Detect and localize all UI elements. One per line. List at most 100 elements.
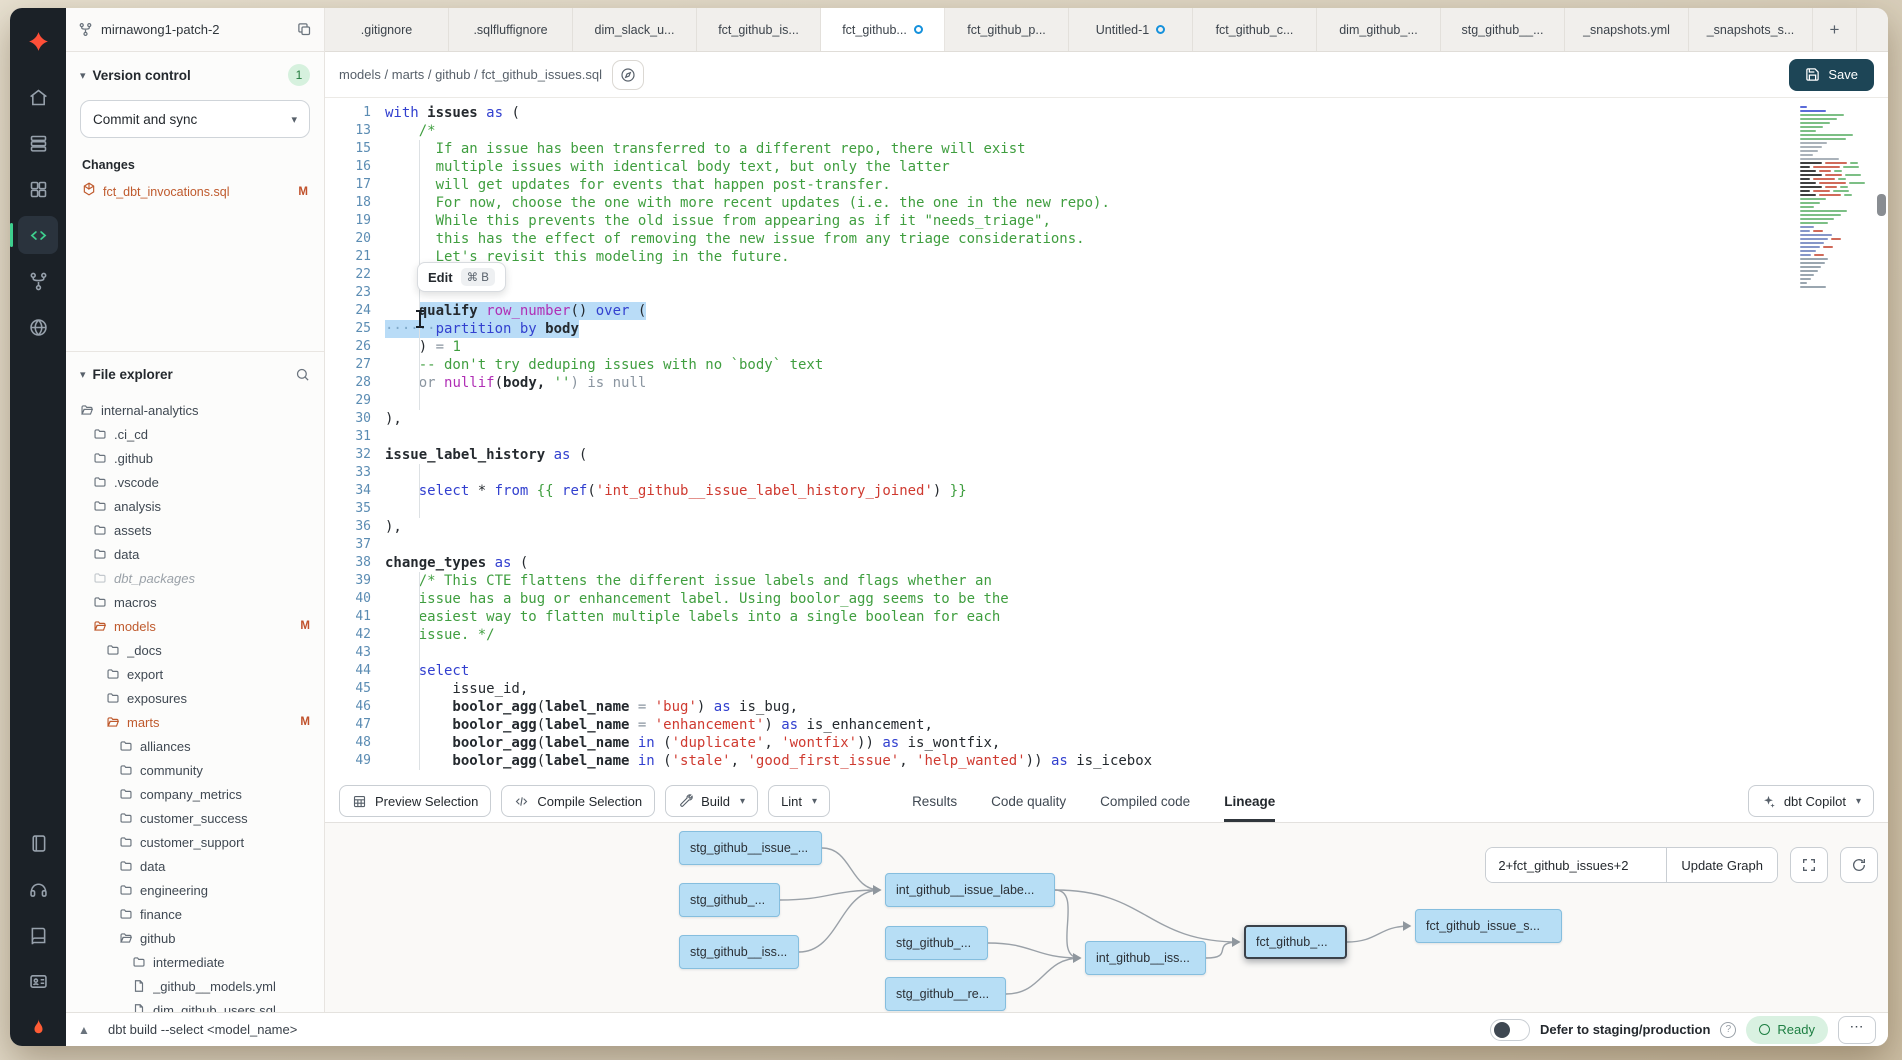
code-line[interactable]: 46 boolor_agg(label_name = 'bug') as is_… [325, 698, 1888, 716]
update-graph-button[interactable]: Update Graph [1666, 848, 1777, 882]
lint-button[interactable]: Lint▾ [768, 785, 830, 817]
panel-tab-lineage[interactable]: Lineage [1224, 780, 1275, 822]
refresh-icon[interactable] [1840, 847, 1878, 883]
tree-item-company_metrics[interactable]: company_metrics [80, 782, 310, 806]
tree-item-exposures[interactable]: exposures [80, 686, 310, 710]
home-icon[interactable] [18, 78, 58, 116]
tree-item-assets[interactable]: assets [80, 518, 310, 542]
tree-item-customer_support[interactable]: customer_support [80, 830, 310, 854]
code-line[interactable]: 25······partition by body [325, 320, 1888, 338]
minimap[interactable] [1800, 106, 1872, 290]
tree-item-.vscode[interactable]: .vscode [80, 470, 310, 494]
code-line[interactable]: 27 -- don't try deduping issues with no … [325, 356, 1888, 374]
globe-icon[interactable] [18, 308, 58, 346]
lineage-node-int_github__issue_labe[interactable]: int_github__issue_labe... [885, 873, 1055, 907]
code-line[interactable]: 48 boolor_agg(label_name in ('duplicate'… [325, 734, 1888, 752]
journal-icon[interactable] [18, 824, 58, 862]
code-line[interactable]: 26 ) = 1 [325, 338, 1888, 356]
code-line[interactable]: 31 [325, 428, 1888, 446]
code-line[interactable]: 1with issues as ( [325, 104, 1888, 122]
code-line[interactable]: 41 easiest way to flatten multiple label… [325, 608, 1888, 626]
tree-item-data[interactable]: data [80, 854, 310, 878]
more-options-button[interactable]: ⋯ [1838, 1016, 1876, 1044]
tab-fct_github_is...[interactable]: fct_github_is... [697, 8, 821, 51]
copilot-compass-icon[interactable] [612, 60, 644, 90]
book-icon[interactable] [18, 916, 58, 954]
code-line[interactable]: 44 select [325, 662, 1888, 680]
code-line[interactable]: 23 [325, 284, 1888, 302]
tree-item-marts[interactable]: martsM [80, 710, 310, 734]
code-line[interactable]: 22 [325, 266, 1888, 284]
panel-tab-code-quality[interactable]: Code quality [991, 780, 1066, 822]
code-line[interactable]: 13 /* [325, 122, 1888, 140]
code-line[interactable]: 49 boolor_agg(label_name in ('stale', 'g… [325, 752, 1888, 770]
code-line[interactable]: 21 Let's revisit this modeling in the fu… [325, 248, 1888, 266]
changed-file-item[interactable]: fct_dbt_invocations.sql M [80, 180, 310, 203]
tab-dim_github_...[interactable]: dim_github_... [1317, 8, 1441, 51]
lineage-node-int_github__iss[interactable]: int_github__iss... [1085, 941, 1206, 975]
develop-icon[interactable] [18, 216, 58, 254]
tree-item-dim_github_users.sql[interactable]: dim_github_users.sql [80, 998, 310, 1012]
panel-tab-results[interactable]: Results [912, 780, 957, 822]
code-line[interactable]: 36), [325, 518, 1888, 536]
stack-icon[interactable] [18, 124, 58, 162]
id-card-icon[interactable] [18, 962, 58, 1000]
lineage-node-stg_github__iss[interactable]: stg_github__iss... [679, 935, 799, 969]
lineage-node-fct_github_[interactable]: fct_github_... [1244, 925, 1347, 959]
code-line[interactable]: 29 [325, 392, 1888, 410]
tab-.sqlfluffignore[interactable]: .sqlfluffignore [449, 8, 573, 51]
code-line[interactable]: 47 boolor_agg(label_name = 'enhancement'… [325, 716, 1888, 734]
tree-item-customer_success[interactable]: customer_success [80, 806, 310, 830]
tree-item-_github__models.yml[interactable]: _github__models.yml [80, 974, 310, 998]
code-line[interactable]: 34 select * from {{ ref('int_github__iss… [325, 482, 1888, 500]
lineage-selector-input[interactable] [1486, 848, 1666, 882]
tab-_snapshots.yml[interactable]: _snapshots.yml [1565, 8, 1689, 51]
chevron-down-icon[interactable]: ▾ [80, 368, 86, 381]
tab-dim_slack_u...[interactable]: dim_slack_u... [573, 8, 697, 51]
edit-popover[interactable]: Edit⌘ B [417, 262, 506, 292]
defer-toggle[interactable] [1490, 1019, 1530, 1041]
lineage-node-stg_github_[interactable]: stg_github_... [679, 883, 780, 917]
headset-icon[interactable] [18, 870, 58, 908]
fullscreen-icon[interactable] [1790, 847, 1828, 883]
commit-and-sync-dropdown[interactable]: Commit and sync ▾ [80, 100, 310, 138]
code-line[interactable]: 37 [325, 536, 1888, 554]
lineage-node-stg_github__issue_[interactable]: stg_github__issue_... [679, 831, 822, 865]
tree-item-community[interactable]: community [80, 758, 310, 782]
tree-item-_docs[interactable]: _docs [80, 638, 310, 662]
code-line[interactable]: 20 this has the effect of removing the n… [325, 230, 1888, 248]
scrollbar-thumb[interactable] [1877, 194, 1886, 216]
code-line[interactable]: 42 issue. */ [325, 626, 1888, 644]
code-line[interactable]: 33 [325, 464, 1888, 482]
collapse-chevron-icon[interactable]: ▲ [78, 1023, 98, 1037]
copy-icon[interactable] [297, 22, 312, 37]
code-line[interactable]: 40 issue has a bug or enhancement label.… [325, 590, 1888, 608]
command-input[interactable]: dbt build --select <model_name> [108, 1022, 1480, 1037]
chevron-down-icon[interactable]: ▾ [80, 69, 86, 82]
tree-item-github[interactable]: github [80, 926, 310, 950]
tree-item-analysis[interactable]: analysis [80, 494, 310, 518]
code-line[interactable]: 38change_types as ( [325, 554, 1888, 572]
tab-.gitignore[interactable]: .gitignore [325, 8, 449, 51]
build-button[interactable]: Build▾ [665, 785, 758, 817]
tab-fct_github_c...[interactable]: fct_github_c... [1193, 8, 1317, 51]
tab-fct_github...[interactable]: fct_github... [821, 8, 945, 51]
tree-item-dbt_packages[interactable]: dbt_packages [80, 566, 310, 590]
save-button[interactable]: Save [1789, 59, 1874, 91]
tree-item-macros[interactable]: macros [80, 590, 310, 614]
help-icon[interactable]: ? [1720, 1022, 1736, 1038]
tab-stg_github__...[interactable]: stg_github__... [1441, 8, 1565, 51]
tab-Untitled-1[interactable]: Untitled-1 [1069, 8, 1193, 51]
compile-selection-button[interactable]: Compile Selection [501, 785, 655, 817]
lineage-node-stg_github_[interactable]: stg_github_... [885, 926, 988, 960]
preview-selection-button[interactable]: Preview Selection [339, 785, 491, 817]
tree-item-data[interactable]: data [80, 542, 310, 566]
grid-icon[interactable] [18, 170, 58, 208]
code-line[interactable]: 45 issue_id, [325, 680, 1888, 698]
tab-_snapshots_s...[interactable]: _snapshots_s... [1689, 8, 1813, 51]
code-editor[interactable]: 1with issues as (13 /*15 If an issue has… [325, 98, 1888, 780]
flame-icon[interactable] [18, 1008, 58, 1046]
code-line[interactable]: 24 qualify row_number() over ( [325, 302, 1888, 320]
search-icon[interactable] [295, 367, 310, 382]
code-line[interactable]: 35 [325, 500, 1888, 518]
